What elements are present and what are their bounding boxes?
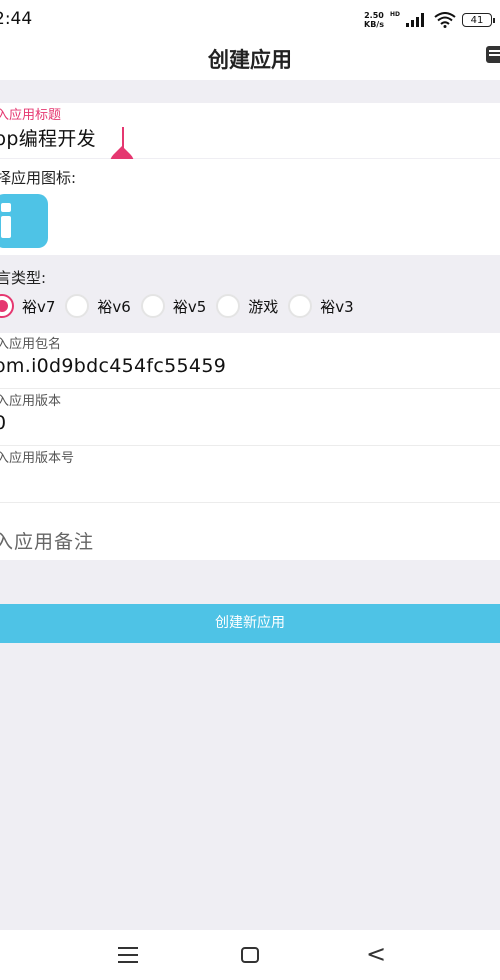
radio-game[interactable]: 游戏 bbox=[216, 294, 278, 318]
radio-label: 裕v7 bbox=[22, 297, 56, 316]
battery-icon: 41 bbox=[462, 13, 495, 27]
radio-unchecked-icon bbox=[288, 294, 313, 318]
info-letter-i-icon[interactable] bbox=[0, 194, 48, 248]
network-speed-value: 2.50 bbox=[364, 11, 384, 20]
radio-yu-v5[interactable]: 裕v5 bbox=[140, 294, 207, 318]
radio-unchecked-icon bbox=[65, 294, 90, 318]
status-bar: 2:44 2.50 KB/s HD 41 bbox=[0, 0, 500, 40]
nav-menu-icon[interactable] bbox=[118, 947, 138, 963]
radio-label: 裕v6 bbox=[97, 297, 131, 316]
version-input[interactable]: 0 bbox=[0, 412, 6, 434]
create-app-button[interactable]: 创建新应用 bbox=[0, 604, 500, 643]
app-bar: 创建应用 bbox=[0, 40, 500, 80]
version-field[interactable]: 入应用版本 0 bbox=[0, 389, 500, 445]
hd-badge: HD bbox=[389, 10, 400, 18]
package-input[interactable]: om.i0d9bdc454fc55459 bbox=[0, 355, 226, 377]
status-time: 2:44 bbox=[0, 9, 33, 29]
version-code-hint: 入应用版本号 bbox=[0, 451, 75, 466]
version-code-field[interactable]: 入应用版本号 bbox=[0, 446, 500, 502]
wifi-icon bbox=[434, 12, 456, 28]
notes-input[interactable]: 入应用备注 bbox=[0, 527, 94, 554]
language-label: 言类型: bbox=[0, 269, 47, 287]
package-field[interactable]: 入应用包名 om.i0d9bdc454fc55459 bbox=[0, 333, 500, 388]
title-input[interactable]: pp编程开发 bbox=[0, 124, 96, 151]
version-hint: 入应用版本 bbox=[0, 394, 62, 409]
signal-icon bbox=[406, 13, 424, 27]
page-title: 创建应用 bbox=[208, 48, 292, 72]
icon-section: 择应用图标: bbox=[0, 159, 500, 255]
language-radio-group: 裕v7 裕v6 裕v5 游戏 裕v3 bbox=[0, 290, 364, 322]
icon-label: 择应用图标: bbox=[0, 169, 77, 187]
menu-icon[interactable] bbox=[486, 46, 500, 63]
radio-label: 裕v5 bbox=[172, 297, 207, 316]
nav-home-icon[interactable] bbox=[241, 947, 259, 963]
radio-unchecked-icon bbox=[140, 294, 165, 318]
radio-label: 裕v3 bbox=[320, 297, 354, 316]
battery-level: 41 bbox=[470, 14, 484, 26]
system-nav-bar: < bbox=[0, 930, 500, 980]
network-speed-unit: KB/s bbox=[364, 20, 384, 29]
radio-checked-icon bbox=[0, 294, 14, 318]
network-speed: 2.50 KB/s bbox=[364, 11, 384, 29]
status-icons: 2.50 KB/s HD 41 bbox=[364, 8, 495, 32]
title-field[interactable]: 入应用标题 pp编程开发 bbox=[0, 103, 500, 158]
radio-yu-v6[interactable]: 裕v6 bbox=[65, 294, 131, 318]
radio-yu-v7[interactable]: 裕v7 bbox=[0, 294, 55, 318]
title-hint: 入应用标题 bbox=[0, 108, 62, 123]
radio-unchecked-icon bbox=[216, 294, 241, 318]
radio-yu-v3[interactable]: 裕v3 bbox=[288, 294, 354, 318]
radio-label: 游戏 bbox=[248, 297, 279, 316]
package-hint: 入应用包名 bbox=[0, 337, 62, 352]
nav-back-icon[interactable]: < bbox=[366, 942, 386, 966]
